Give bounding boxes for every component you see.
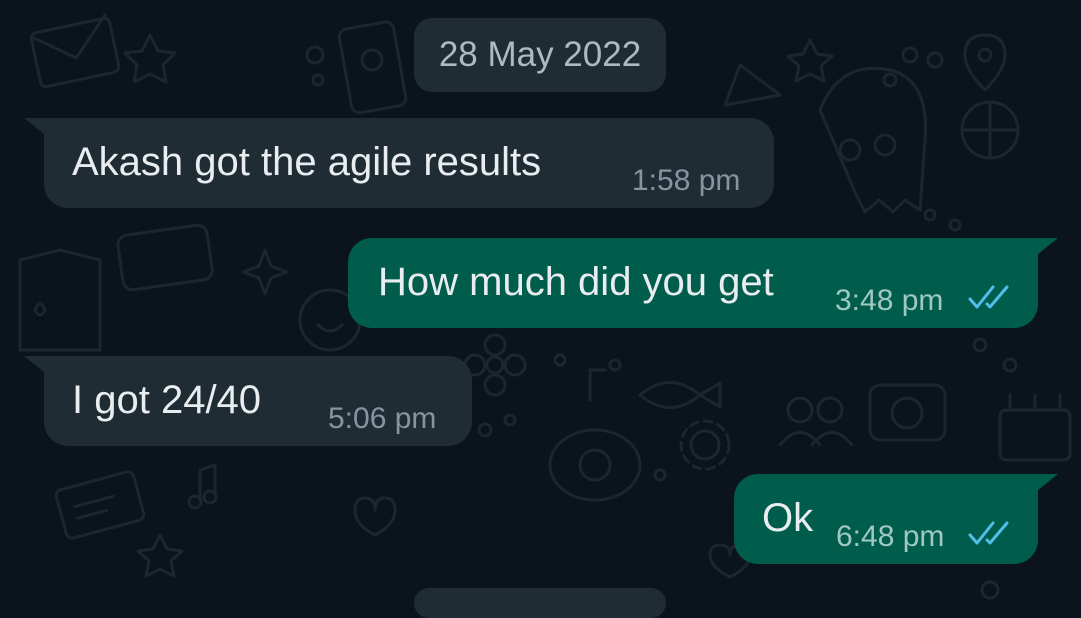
read-double-tick-icon [968,521,1009,545]
message-bubble-incoming[interactable]: I got 24/40 5:06 pm [24,356,472,446]
message-text: I got 24/40 [72,378,262,422]
read-double-tick-icon [968,285,1009,309]
message-time: 1:58 pm [632,164,741,197]
date-divider-label: 28 May 2022 [438,35,642,74]
chat-conversation: 28 May 2022 Akash got the agile results … [0,0,1081,618]
bubble-tail [24,356,54,380]
message-text: How much did you get [378,260,774,304]
date-divider: 28 May 2022 [414,18,666,92]
bubble-tail [1028,238,1058,262]
message-time: 6:48 pm [836,520,945,553]
date-divider-partial [414,588,666,618]
message-text: Ok [762,496,814,540]
message-bubble-incoming[interactable]: Akash got the agile results 1:58 pm [24,118,774,208]
message-time: 3:48 pm [835,284,944,317]
message-bubble-outgoing[interactable]: Ok 6:48 pm [734,474,1058,564]
bubble-tail [24,118,54,142]
bubble-tail [1028,474,1058,498]
message-text: Akash got the agile results [72,140,542,184]
message-bubble-outgoing[interactable]: How much did you get 3:48 pm [348,238,1058,328]
message-time: 5:06 pm [328,402,437,435]
